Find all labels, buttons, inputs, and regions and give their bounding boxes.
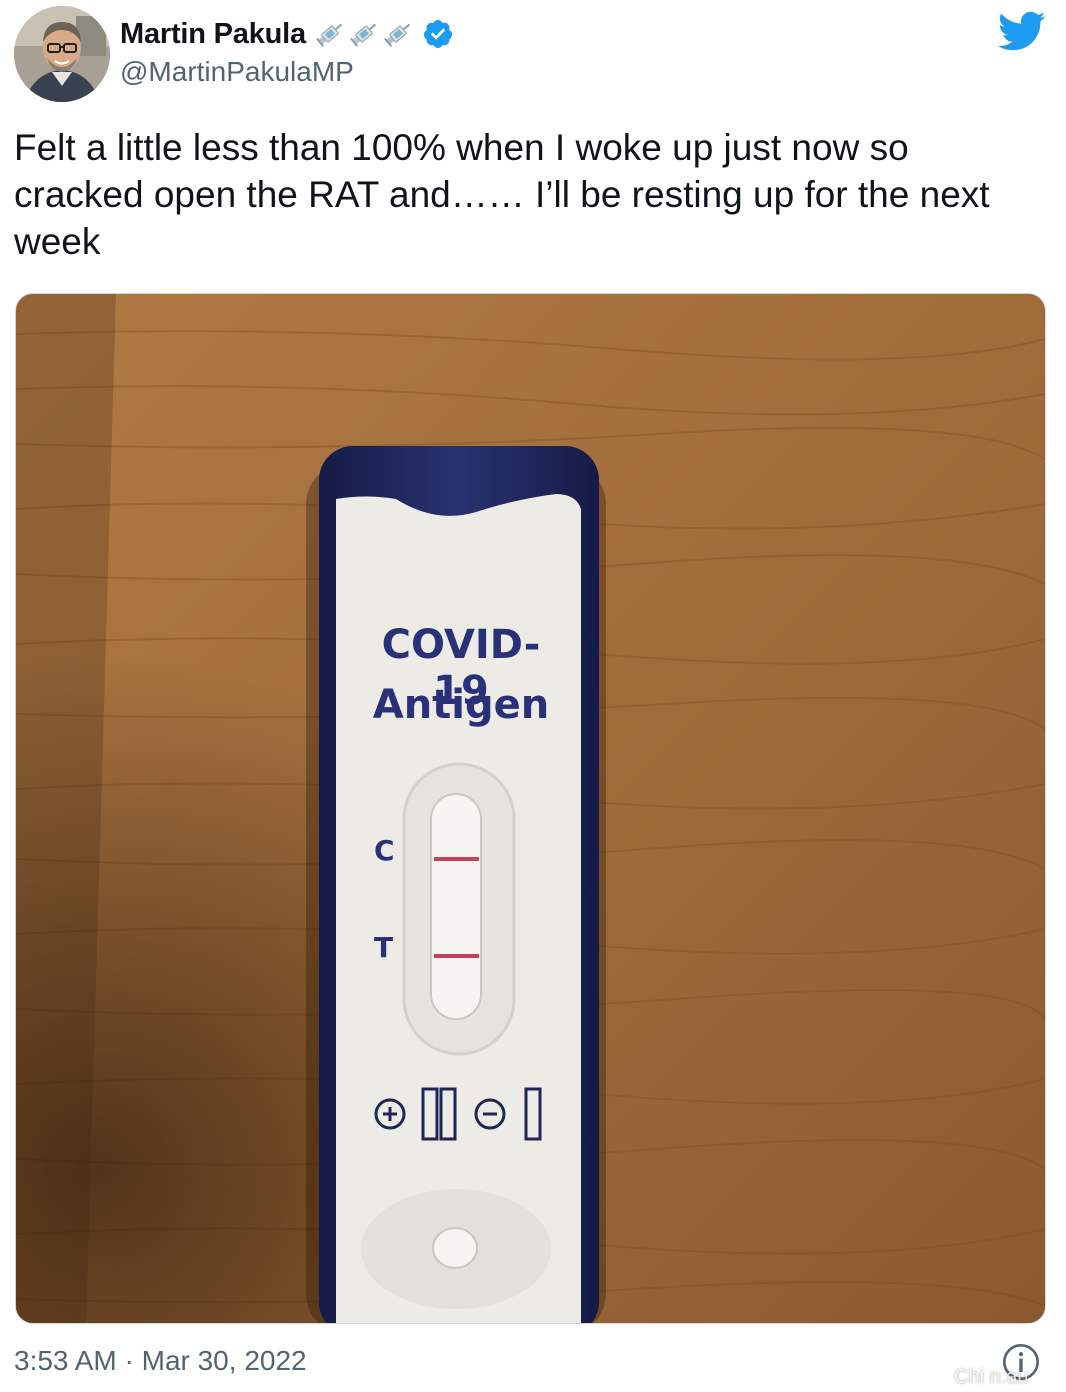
control-marker: C	[374, 834, 395, 867]
twitter-bird-icon[interactable]	[996, 10, 1046, 52]
test-marker: T	[374, 931, 394, 964]
test-line	[434, 954, 479, 958]
control-line	[434, 857, 479, 861]
watermark: Chi n.au	[954, 1366, 1029, 1388]
name-emoji-group	[314, 18, 414, 50]
tweet-media-photo[interactable]: COVID-19 Antigen C T	[15, 293, 1046, 1324]
author-handle[interactable]: @MartinPakulaMP	[120, 56, 354, 88]
rat-test-photo	[16, 294, 1045, 1323]
tweet-text: Felt a little less than 100% when I woke…	[14, 127, 990, 262]
tweet-timestamp[interactable]: 3:53 AM · Mar 30, 2022	[14, 1345, 307, 1377]
syringe-icon	[384, 23, 411, 47]
test-label-line2: Antigen	[372, 682, 550, 728]
author-name-row[interactable]: Martin Pakula	[120, 14, 454, 54]
avatar[interactable]	[14, 6, 110, 102]
syringe-icon	[316, 23, 343, 47]
author-display-name[interactable]: Martin Pakula	[120, 18, 306, 51]
syringe-icon	[350, 23, 377, 47]
verified-badge-icon	[423, 20, 452, 48]
avatar-photo	[14, 6, 110, 102]
